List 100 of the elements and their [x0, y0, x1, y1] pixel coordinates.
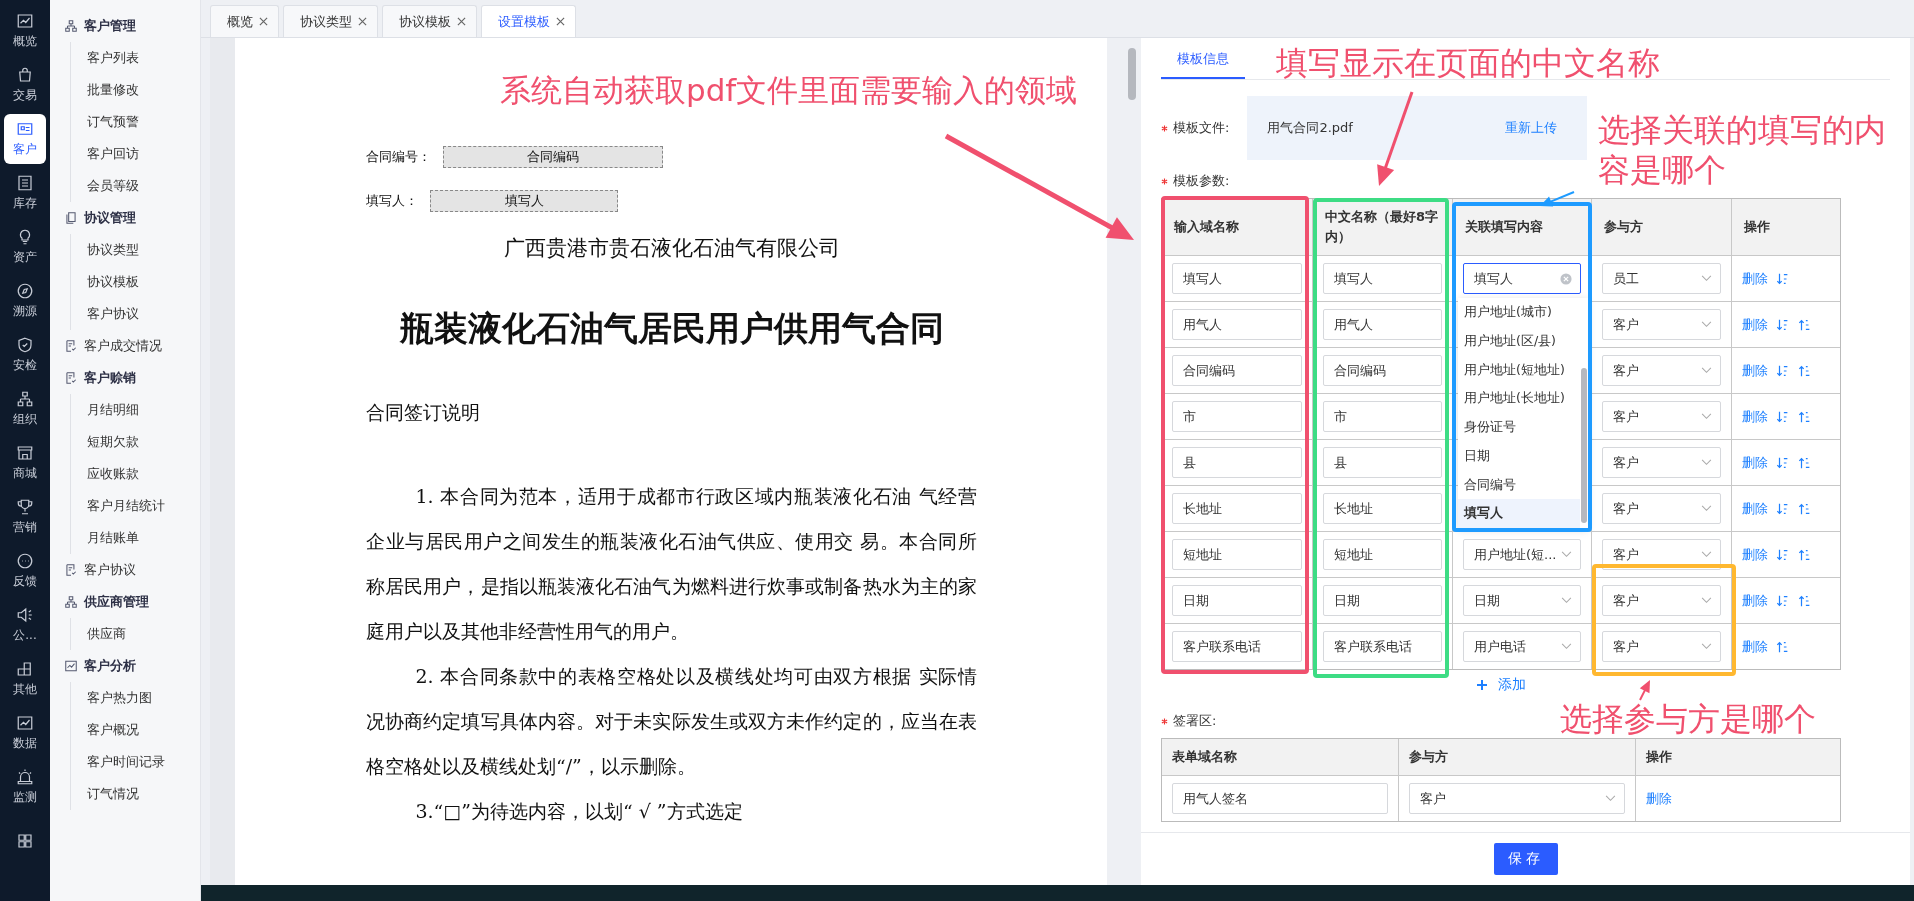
select-field[interactable]: 客户	[1602, 539, 1721, 570]
select-field[interactable]: 用户电话	[1463, 631, 1581, 662]
delete-link[interactable]: 删除	[1742, 453, 1768, 472]
menu-item[interactable]: 客户回访	[87, 138, 200, 170]
tab[interactable]: 概览	[210, 5, 279, 37]
scrollbar[interactable]	[1581, 368, 1587, 523]
delete-link[interactable]: 删除	[1742, 361, 1768, 380]
input-field[interactable]: 填写人	[1323, 263, 1442, 294]
select-field[interactable]: 客户	[1602, 309, 1721, 340]
menu-item[interactable]: 客户列表	[87, 42, 200, 74]
menu-item[interactable]: 短期欠款	[87, 426, 200, 458]
nav-item[interactable]: 数据	[4, 708, 46, 758]
sort-down-icon[interactable]	[1776, 501, 1790, 516]
menu-item[interactable]: 客户热力图	[87, 682, 200, 714]
input-field[interactable]: 长地址	[1323, 493, 1442, 524]
input-field[interactable]: 客户联系电话	[1323, 631, 1442, 662]
menu-item[interactable]: 应收账款	[87, 458, 200, 490]
menu-group-title[interactable]: 供应商管理	[84, 593, 149, 611]
menu-item[interactable]: 月结明细	[87, 394, 200, 426]
menu-item[interactable]: 客户月结统计	[87, 490, 200, 522]
select-field[interactable]: 客户	[1602, 355, 1721, 386]
dropdown-option[interactable]: 用户地址(城市)	[1458, 298, 1580, 327]
select-field[interactable]: 员工	[1602, 263, 1721, 294]
input-field[interactable]: 用气人	[1172, 309, 1302, 340]
menu-item[interactable]: 供应商	[87, 618, 200, 650]
input-field[interactable]: 客户联系电话	[1172, 631, 1302, 662]
delete-link[interactable]: 删除	[1742, 269, 1768, 288]
close-icon[interactable]	[556, 17, 565, 26]
sort-down-icon[interactable]	[1776, 593, 1790, 608]
tab[interactable]: 协议模板	[382, 5, 477, 37]
nav-item[interactable]: 溯源	[4, 276, 46, 326]
nav-item[interactable]: 商城	[4, 438, 46, 488]
input-field[interactable]: 日期	[1172, 585, 1302, 616]
menu-item[interactable]: 月结账单	[87, 522, 200, 554]
nav-item[interactable]: 反馈	[4, 546, 46, 596]
nav-item[interactable]: 资产	[4, 222, 46, 272]
sort-up-icon[interactable]	[1776, 639, 1790, 654]
dropdown-option[interactable]: 合同编号	[1458, 470, 1580, 500]
delete-link[interactable]: 删除	[1742, 315, 1768, 334]
select-field[interactable]: 客户	[1409, 783, 1625, 814]
input-field[interactable]: 市	[1323, 401, 1442, 432]
input-field[interactable]: 县	[1172, 447, 1302, 478]
menu-group-title[interactable]: 协议管理	[84, 209, 136, 227]
nav-item[interactable]: 营销	[4, 492, 46, 542]
nav-item[interactable]: 组织	[4, 384, 46, 434]
menu-item[interactable]: 会员等级	[87, 170, 200, 202]
delete-link[interactable]: 删除	[1742, 591, 1768, 610]
input-field[interactable]: 填写人	[1172, 263, 1302, 294]
tab[interactable]: 设置模板	[481, 5, 576, 37]
menu-item[interactable]: 订气情况	[87, 778, 200, 810]
delete-link[interactable]: 删除	[1742, 407, 1768, 426]
sort-down-icon[interactable]	[1776, 363, 1790, 378]
input-field[interactable]: 长地址	[1172, 493, 1302, 524]
tab[interactable]: 模板信息	[1161, 50, 1245, 79]
select-field[interactable]: 客户	[1602, 585, 1721, 616]
close-icon[interactable]	[457, 17, 466, 26]
dropdown-option[interactable]: 用户地址(长地址)	[1458, 384, 1580, 413]
add-button[interactable]: 添加	[1476, 676, 1526, 694]
select-field[interactable]: 客户	[1602, 401, 1721, 432]
sort-up-icon[interactable]	[1798, 317, 1812, 332]
input-field[interactable]: 合同编码	[1323, 355, 1442, 386]
nav-item[interactable]: 其他	[4, 654, 46, 704]
input-field[interactable]: 县	[1323, 447, 1442, 478]
menu-item[interactable]: 协议模板	[87, 266, 200, 298]
dropdown-option[interactable]: 用户地址(短地址)	[1458, 355, 1580, 385]
sort-up-icon[interactable]	[1798, 409, 1812, 424]
sort-down-icon[interactable]	[1776, 547, 1790, 562]
sort-up-icon[interactable]	[1798, 547, 1812, 562]
dropdown-option[interactable]: 日期	[1458, 441, 1580, 471]
delete-link[interactable]: 删除	[1742, 545, 1768, 564]
menu-group-title[interactable]: 客户管理	[84, 17, 136, 35]
menu-item[interactable]: 批量修改	[87, 74, 200, 106]
menu-item[interactable]: 协议类型	[87, 234, 200, 266]
select-field[interactable]: 客户	[1602, 447, 1721, 478]
sort-up-icon[interactable]	[1798, 363, 1812, 378]
menu-item[interactable]: 客户协议	[87, 298, 200, 330]
menu-item[interactable]: 客户成交情况	[84, 337, 162, 355]
input-field[interactable]: 合同编码	[1172, 355, 1302, 386]
input-field[interactable]: 用气人签名	[1172, 783, 1388, 814]
nav-item[interactable]: 概览	[4, 6, 46, 56]
close-icon[interactable]	[358, 17, 367, 26]
select-field[interactable]: 客户	[1602, 631, 1721, 662]
dropdown-option[interactable]: 身份证号	[1458, 413, 1580, 442]
input-field[interactable]: 短地址	[1323, 539, 1442, 570]
delete-link[interactable]: 删除	[1646, 789, 1672, 808]
dropdown-option[interactable]: 填写人	[1458, 499, 1580, 528]
save-button[interactable]: 保存	[1493, 843, 1558, 875]
sort-up-icon[interactable]	[1798, 593, 1812, 608]
input-field[interactable]: 市	[1172, 401, 1302, 432]
close-icon[interactable]	[259, 17, 268, 26]
nav-item[interactable]: 库存	[4, 168, 46, 218]
delete-link[interactable]: 删除	[1742, 637, 1768, 656]
nav-item[interactable]: 客户	[4, 114, 46, 164]
input-field[interactable]: 短地址	[1172, 539, 1302, 570]
select-field[interactable]: 日期	[1463, 585, 1581, 616]
select-field[interactable]: 客户	[1602, 493, 1721, 524]
input-field[interactable]: 日期	[1323, 585, 1442, 616]
input-field[interactable]: 用气人	[1323, 309, 1442, 340]
sort-down-icon[interactable]	[1776, 409, 1790, 424]
menu-item[interactable]: 客户协议	[84, 561, 136, 579]
